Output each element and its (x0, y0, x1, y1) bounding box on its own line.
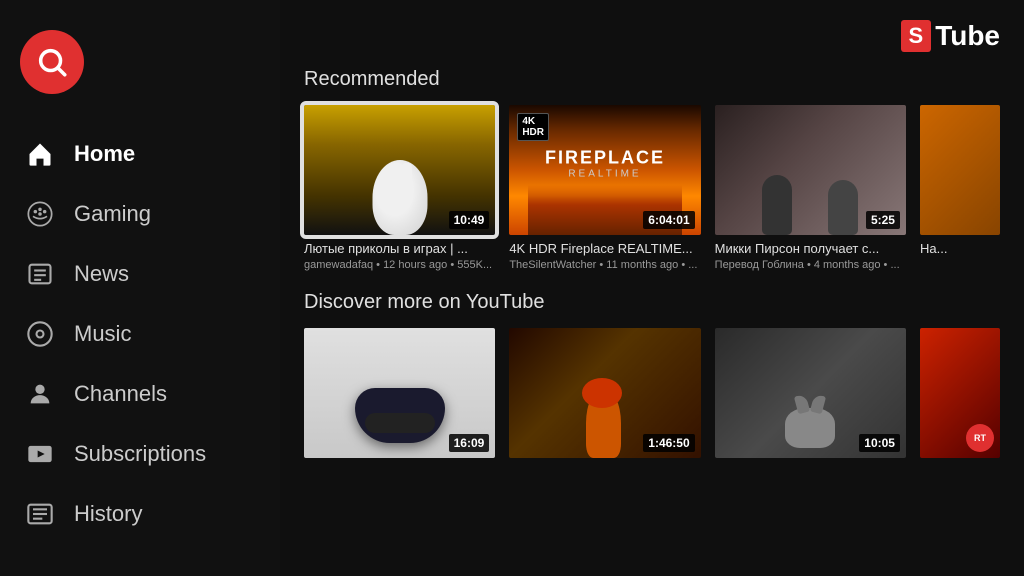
discover-video-3[interactable]: 10:05 (715, 328, 906, 458)
discover-duration-badge-3: 10:05 (859, 434, 900, 452)
duration-badge-3: 5:25 (866, 211, 900, 229)
video-thumbnail-4 (920, 105, 1000, 235)
discover-video-1[interactable]: 16:09 (304, 328, 495, 458)
main-content: S Tube Recommended 10:49 Лютые приколы в… (280, 0, 1024, 576)
sidebar-item-music-label: Music (74, 321, 131, 347)
video-meta-3: Перевод Гоблина • 4 months ago • ... (715, 259, 906, 271)
recommended-video-1[interactable]: 10:49 Лютые приколы в играх | ... gamewa… (304, 105, 495, 271)
discover-title: Discover more on YouTube (304, 291, 1000, 314)
sidebar-item-news-label: News (74, 261, 129, 287)
video-meta-1: gamewadafaq • 12 hours ago • 555K... (304, 259, 495, 271)
video-thumbnail-1: 10:49 (304, 105, 495, 235)
sidebar-item-subscriptions[interactable]: Subscriptions (0, 424, 280, 484)
news-icon (24, 258, 56, 290)
video-thumbnail-3: 5:25 (715, 105, 906, 235)
sidebar-item-gaming-label: Gaming (74, 201, 151, 227)
discover-thumbnail-3: 10:05 (715, 328, 906, 458)
sidebar-item-home-label: Home (74, 141, 135, 167)
channels-icon (24, 378, 56, 410)
duration-badge-1: 10:49 (449, 211, 490, 229)
discover-video-row: 16:09 1:46:50 10:05 (304, 328, 1000, 458)
discover-video-4[interactable]: RT (920, 328, 1000, 458)
recommended-video-2[interactable]: FIREPLACE REALTIME 4KHDR 6:04:01 4K HDR … (509, 105, 700, 271)
search-button[interactable] (20, 30, 84, 94)
search-icon (35, 45, 69, 79)
badge-4k: 4KHDR (517, 113, 549, 141)
recommended-video-row: 10:49 Лютые приколы в играх | ... gamewa… (304, 105, 1000, 271)
discover-thumbnail-4: RT (920, 328, 1000, 458)
sidebar-item-home[interactable]: Home (0, 124, 280, 184)
duration-badge-2: 6:04:01 (643, 211, 694, 229)
discover-thumbnail-2: 1:46:50 (509, 328, 700, 458)
app-logo: S Tube (901, 20, 1001, 52)
discover-duration-badge-1: 16:09 (449, 434, 490, 452)
video-title-2: 4K HDR Fireplace REALTIME... (509, 241, 700, 256)
sidebar-item-history-label: History (74, 501, 142, 527)
sidebar-item-subscriptions-label: Subscriptions (74, 441, 206, 467)
music-icon (24, 318, 56, 350)
discover-thumbnail-1: 16:09 (304, 328, 495, 458)
discover-section: Discover more on YouTube 16:09 1:46:50 (304, 291, 1000, 458)
video-title-1: Лютые приколы в играх | ... (304, 241, 495, 256)
recommended-section: Recommended 10:49 Лютые приколы в играх … (304, 68, 1000, 271)
sidebar-item-news[interactable]: News (0, 244, 280, 304)
subscriptions-icon (24, 438, 56, 470)
history-icon (24, 498, 56, 530)
sidebar: Home Gaming News (0, 0, 280, 576)
rt-badge: RT (966, 424, 994, 452)
header: S Tube (304, 20, 1000, 52)
home-icon (24, 138, 56, 170)
video-thumbnail-2: FIREPLACE REALTIME 4KHDR 6:04:01 (509, 105, 700, 235)
sidebar-item-music[interactable]: Music (0, 304, 280, 364)
logo-tube: Tube (935, 20, 1000, 52)
sidebar-item-gaming[interactable]: Gaming (0, 184, 280, 244)
fireplace-label: FIREPLACE REALTIME (545, 148, 665, 180)
gaming-icon (24, 198, 56, 230)
discover-video-2[interactable]: 1:46:50 (509, 328, 700, 458)
video-title-3: Микки Пирсон получает с... (715, 241, 906, 256)
discover-duration-badge-2: 1:46:50 (643, 434, 694, 452)
recommended-title: Recommended (304, 68, 1000, 91)
logo-s: S (901, 20, 932, 52)
sidebar-item-channels[interactable]: Channels (0, 364, 280, 424)
video-meta-2: TheSilentWatcher • 11 months ago • ... (509, 259, 700, 271)
video-title-4: На... (920, 241, 1000, 256)
recommended-video-4[interactable]: На... (920, 105, 1000, 271)
recommended-video-3[interactable]: 5:25 Микки Пирсон получает с... Перевод … (715, 105, 906, 271)
sidebar-item-channels-label: Channels (74, 381, 167, 407)
sidebar-item-history[interactable]: History (0, 484, 280, 544)
